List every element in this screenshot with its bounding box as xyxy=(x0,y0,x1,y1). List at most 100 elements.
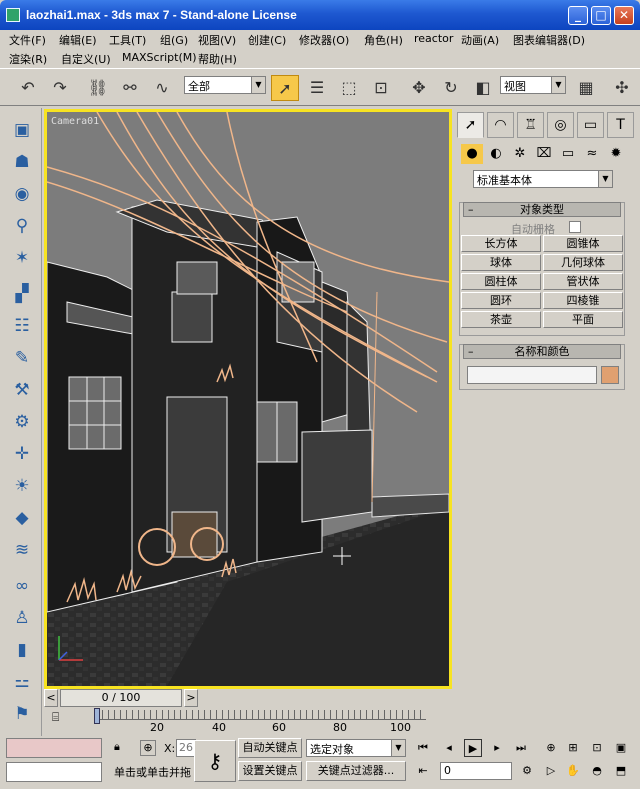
tab-utilities[interactable]: T xyxy=(607,112,634,138)
lock-icon[interactable]: 🔒︎ xyxy=(114,740,128,756)
pane-icon[interactable]: ▮ xyxy=(10,638,34,662)
menu-animation[interactable]: 动画(A) xyxy=(461,32,499,48)
box-button[interactable]: 长方体 xyxy=(461,235,541,252)
maxscript-listener[interactable] xyxy=(6,738,102,758)
close-button[interactable]: ✕ xyxy=(614,6,634,25)
select-link-icon[interactable]: ⛓ xyxy=(84,75,112,101)
tube-button[interactable]: 管状体 xyxy=(543,273,623,290)
systems-icon[interactable]: ✹ xyxy=(605,144,627,164)
character-icon[interactable]: ✶ xyxy=(10,246,34,270)
reference-coord-dropdown[interactable]: 视图 ▼ xyxy=(500,76,566,94)
zoom-extents-all-icon[interactable]: ▣ xyxy=(612,739,630,757)
plane-button[interactable]: 平面 xyxy=(543,311,623,328)
select-object-icon[interactable]: ➚ xyxy=(271,75,299,101)
tab-display[interactable]: ▭ xyxy=(577,112,604,138)
tab-motion[interactable]: ◎ xyxy=(547,112,574,138)
move-icon[interactable]: ✥ xyxy=(405,75,433,101)
bind-space-warp-icon[interactable]: ∿ xyxy=(148,75,176,101)
app-icon[interactable] xyxy=(6,8,20,22)
spacewarps-icon[interactable]: ≈ xyxy=(581,144,603,164)
menu-views[interactable]: 视图(V) xyxy=(198,32,236,48)
track-time-marker[interactable] xyxy=(94,708,100,724)
set-key-button[interactable]: 设置关键点 xyxy=(238,761,302,781)
current-frame-field[interactable]: 0 xyxy=(440,762,512,780)
paint-icon[interactable]: ✎ xyxy=(10,346,34,370)
menu-tools[interactable]: 工具(T) xyxy=(109,32,146,48)
torus-button[interactable]: 圆环 xyxy=(461,292,541,309)
shapes-icon[interactable]: ◐ xyxy=(485,144,507,164)
go-to-end-icon[interactable]: ⏭ xyxy=(512,739,530,757)
gear-icon[interactable]: ⚙ xyxy=(10,410,34,434)
tab-modify[interactable]: ◠ xyxy=(487,112,514,138)
pin-icon[interactable]: ⚑ xyxy=(10,702,34,726)
lights-icon[interactable]: ✲ xyxy=(509,144,531,164)
key-filters-button[interactable]: 关键点过滤器... xyxy=(306,761,406,781)
camera-viewport[interactable]: Camera01 xyxy=(44,109,452,689)
menu-create[interactable]: 创建(C) xyxy=(248,32,286,48)
sphere-icon[interactable]: ◉ xyxy=(10,182,34,206)
helper-icon[interactable]: ✛ xyxy=(10,442,34,466)
box-icon[interactable]: ▣ xyxy=(10,118,34,142)
teapot-button[interactable]: 茶壶 xyxy=(461,311,541,328)
cone-button[interactable]: 圆锥体 xyxy=(543,235,623,252)
x-coord-field[interactable]: 261 xyxy=(176,739,196,757)
bone-icon[interactable]: ⚍ xyxy=(10,670,34,694)
chain-icon[interactable]: ∞ xyxy=(10,574,34,598)
spinner-icon[interactable]: ⚲ xyxy=(10,214,34,238)
object-type-header[interactable]: – 对象类型 xyxy=(463,202,621,217)
maximize-button[interactable]: □ xyxy=(591,6,611,25)
maxscript-input[interactable] xyxy=(6,762,102,782)
time-config-icon[interactable]: ⚙ xyxy=(518,762,536,780)
menu-group[interactable]: 组(G) xyxy=(160,32,188,48)
wave-icon[interactable]: ≋ xyxy=(10,538,34,562)
undo-icon[interactable]: ↶ xyxy=(14,75,42,101)
geosphere-button[interactable]: 几何球体 xyxy=(543,254,623,271)
object-name-field[interactable] xyxy=(467,366,597,384)
prev-frame-icon[interactable]: ◂ xyxy=(440,739,458,757)
pan-icon[interactable]: ✋ xyxy=(564,762,582,780)
time-prev-button[interactable]: < xyxy=(44,689,58,707)
brush-icon[interactable]: ⚒ xyxy=(10,378,34,402)
rock-icon[interactable]: ◆ xyxy=(10,506,34,530)
geometry-icon[interactable]: ● xyxy=(461,144,483,164)
menu-maxscript[interactable]: MAXScript(M) xyxy=(122,51,197,64)
menu-modifiers[interactable]: 修改器(O) xyxy=(299,32,349,48)
selected-set-dropdown[interactable]: 选定对象 ▼ xyxy=(306,739,406,757)
zoom-icon[interactable]: ⊕ xyxy=(542,739,560,757)
select-by-name-icon[interactable]: ☰ xyxy=(303,75,331,101)
time-slider-thumb[interactable]: 0 / 100 xyxy=(60,689,182,707)
tab-hierarchy[interactable]: ♖ xyxy=(517,112,544,138)
redo-icon[interactable]: ↷ xyxy=(46,75,74,101)
menu-graph-editors[interactable]: 图表编辑器(D) xyxy=(513,32,585,48)
primitive-type-dropdown[interactable]: 标准基本体 ▼ xyxy=(473,170,613,188)
key-mode-icon[interactable]: ⚷ xyxy=(194,740,236,782)
menu-customize[interactable]: 自定义(U) xyxy=(61,51,111,67)
cameras-icon[interactable]: ⌧ xyxy=(533,144,555,164)
object-color-swatch[interactable] xyxy=(601,366,619,384)
select-manipulate-icon[interactable]: ✣ xyxy=(608,75,636,101)
fov-icon[interactable]: ▷ xyxy=(542,762,560,780)
play-icon[interactable]: ▶ xyxy=(464,739,482,757)
scale-icon[interactable]: ◧ xyxy=(469,75,497,101)
pyramid-button[interactable]: 四棱锥 xyxy=(543,292,623,309)
track-bar[interactable]: ⌸ 20 40 60 80 100 xyxy=(44,708,640,736)
helpers-icon[interactable]: ▭ xyxy=(557,144,579,164)
zoom-all-icon[interactable]: ⊞ xyxy=(564,739,582,757)
cylinder-button[interactable]: 圆柱体 xyxy=(461,273,541,290)
unlink-icon[interactable]: ⚯ xyxy=(116,75,144,101)
menu-file[interactable]: 文件(F) xyxy=(9,32,46,48)
maximize-viewport-icon[interactable]: ⬒ xyxy=(612,762,630,780)
selection-filter-dropdown[interactable]: 全部 ▼ xyxy=(184,76,266,94)
shirt-icon[interactable]: ☗ xyxy=(10,150,34,174)
name-color-header[interactable]: – 名称和颜色 xyxy=(463,344,621,359)
window-crossing-icon[interactable]: ⊡ xyxy=(367,75,395,101)
time-next-button[interactable]: > xyxy=(184,689,198,707)
orbit-icon[interactable]: ◓ xyxy=(588,762,606,780)
time-slider[interactable]: < 0 / 100 > xyxy=(44,689,452,707)
key-mode-toggle-icon[interactable]: ⇤ xyxy=(414,762,432,780)
tab-create[interactable]: ➚ xyxy=(457,112,484,138)
cylinder-icon[interactable]: ☷ xyxy=(10,314,34,338)
light-icon[interactable]: ☀ xyxy=(10,474,34,498)
menu-rendering[interactable]: 渲染(R) xyxy=(9,51,47,67)
menu-edit[interactable]: 编辑(E) xyxy=(59,32,97,48)
